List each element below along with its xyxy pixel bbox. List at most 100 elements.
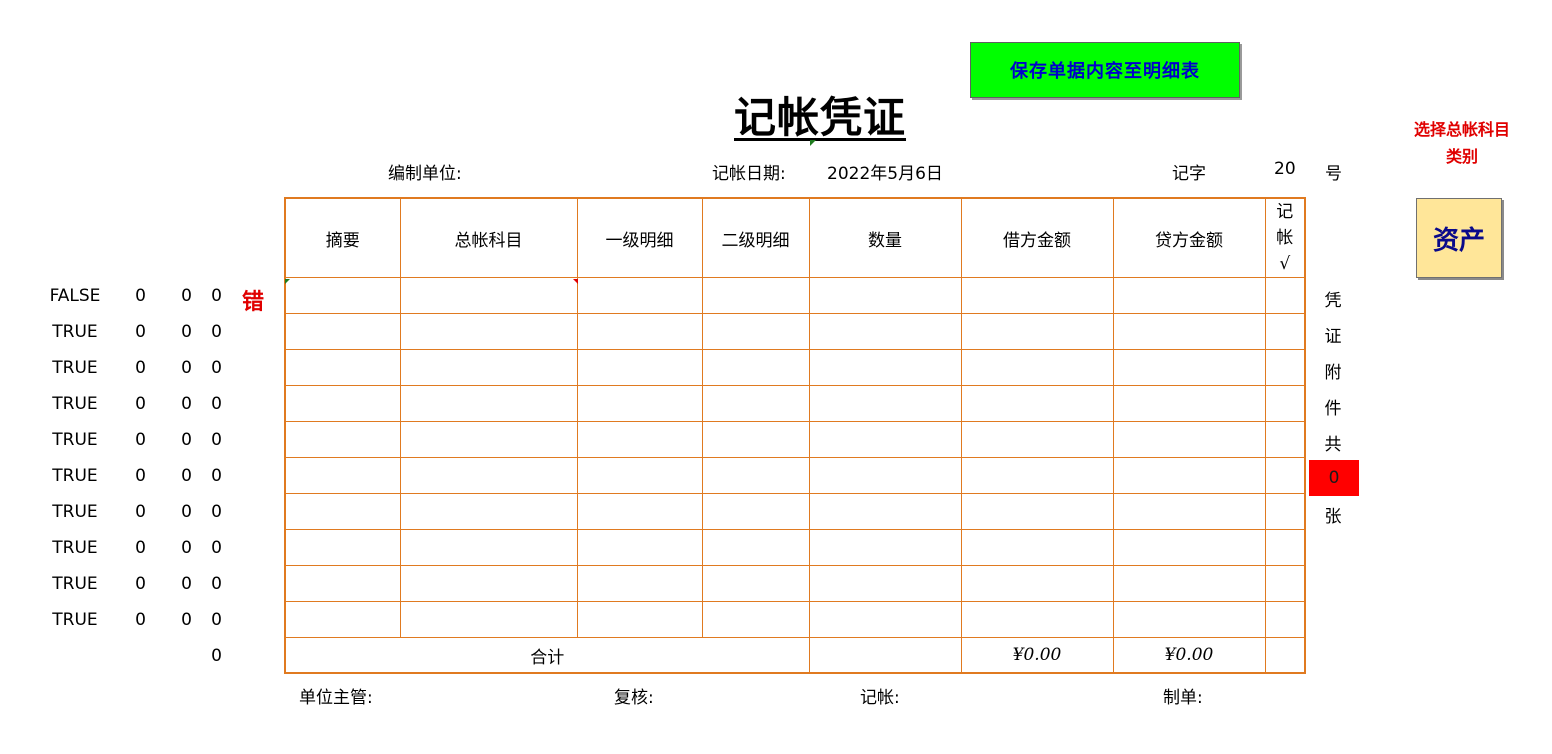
- cell-debit[interactable]: [960, 493, 1114, 530]
- check-value: 0: [211, 538, 222, 558]
- review-label: 复核:: [614, 688, 654, 708]
- cell-summary[interactable]: [284, 313, 401, 350]
- cell-posted[interactable]: [1264, 457, 1306, 494]
- cell-debit[interactable]: [960, 313, 1114, 350]
- cell-level1-detail[interactable]: [576, 529, 703, 566]
- cell-level1-detail[interactable]: [576, 313, 703, 350]
- check-flag: TRUE: [52, 538, 98, 558]
- cell-quantity[interactable]: [808, 493, 962, 530]
- cell-quantity[interactable]: [808, 601, 962, 638]
- cell-general-account[interactable]: [399, 385, 578, 422]
- cell-quantity[interactable]: [808, 421, 962, 458]
- cell-quantity[interactable]: [808, 565, 962, 602]
- check-value: 0: [181, 358, 192, 378]
- cell-credit[interactable]: [1112, 493, 1266, 530]
- cell-general-account[interactable]: [399, 601, 578, 638]
- cell-quantity[interactable]: [808, 385, 962, 422]
- supervisor-label: 单位主管:: [299, 688, 373, 708]
- check-value: 0: [135, 466, 146, 486]
- check-flag: TRUE: [52, 610, 98, 630]
- cell-debit[interactable]: [960, 601, 1114, 638]
- cell-credit[interactable]: [1112, 349, 1266, 386]
- cell-summary[interactable]: [284, 529, 401, 566]
- cell-general-account[interactable]: [399, 277, 578, 314]
- cell-level2-detail[interactable]: [701, 601, 810, 638]
- cell-level1-detail[interactable]: [576, 493, 703, 530]
- cell-posted[interactable]: [1264, 493, 1306, 530]
- cell-quantity[interactable]: [808, 277, 962, 314]
- cell-level2-detail[interactable]: [701, 313, 810, 350]
- date-value[interactable]: 2022年5月6日: [827, 159, 943, 184]
- cell-posted[interactable]: [1264, 349, 1306, 386]
- cell-posted[interactable]: [1264, 313, 1306, 350]
- cell-level2-detail[interactable]: [701, 565, 810, 602]
- cell-posted[interactable]: [1264, 529, 1306, 566]
- cell-general-account[interactable]: [399, 529, 578, 566]
- cell-level1-detail[interactable]: [576, 385, 703, 422]
- total-posted-cell: [1264, 637, 1306, 674]
- cell-debit[interactable]: [960, 565, 1114, 602]
- cell-posted[interactable]: [1264, 385, 1306, 422]
- cell-debit[interactable]: [960, 385, 1114, 422]
- voucher-number[interactable]: 20: [1274, 159, 1296, 179]
- check-value: 0: [211, 466, 222, 486]
- cell-general-account[interactable]: [399, 349, 578, 386]
- cell-level1-detail[interactable]: [576, 565, 703, 602]
- attachment-count[interactable]: 0: [1309, 460, 1359, 496]
- cell-debit[interactable]: [960, 421, 1114, 458]
- cell-summary[interactable]: [284, 385, 401, 422]
- attachment-suffix: 张: [1324, 507, 1342, 527]
- cell-level2-detail[interactable]: [701, 277, 810, 314]
- cell-level2-detail[interactable]: [701, 385, 810, 422]
- cell-summary[interactable]: [284, 565, 401, 602]
- cell-level2-detail[interactable]: [701, 457, 810, 494]
- cell-level2-detail[interactable]: [701, 421, 810, 458]
- cell-level1-detail[interactable]: [576, 457, 703, 494]
- cell-credit[interactable]: [1112, 421, 1266, 458]
- cell-debit[interactable]: [960, 277, 1114, 314]
- cell-level1-detail[interactable]: [576, 277, 703, 314]
- cell-general-account[interactable]: [399, 493, 578, 530]
- cell-summary[interactable]: [284, 601, 401, 638]
- cell-quantity[interactable]: [808, 529, 962, 566]
- cell-quantity[interactable]: [808, 313, 962, 350]
- cell-level1-detail[interactable]: [576, 349, 703, 386]
- cell-debit[interactable]: [960, 529, 1114, 566]
- cell-credit[interactable]: [1112, 457, 1266, 494]
- cell-general-account[interactable]: [399, 421, 578, 458]
- save-to-detail-button[interactable]: 保存单据内容至明细表: [970, 42, 1240, 98]
- cell-quantity[interactable]: [808, 457, 962, 494]
- attachment-text: 证: [1324, 327, 1342, 347]
- cell-posted[interactable]: [1264, 421, 1306, 458]
- cell-level1-detail[interactable]: [576, 601, 703, 638]
- cell-level2-detail[interactable]: [701, 349, 810, 386]
- account-category-button[interactable]: 资产: [1416, 198, 1502, 278]
- cell-credit[interactable]: [1112, 313, 1266, 350]
- cell-general-account[interactable]: [399, 313, 578, 350]
- cell-credit[interactable]: [1112, 529, 1266, 566]
- cell-summary[interactable]: [284, 457, 401, 494]
- table-row: [284, 565, 1306, 602]
- cell-posted[interactable]: [1264, 565, 1306, 602]
- cell-summary[interactable]: [284, 421, 401, 458]
- cell-posted[interactable]: [1264, 277, 1306, 314]
- total-label: 合计: [284, 637, 810, 674]
- cell-credit[interactable]: [1112, 277, 1266, 314]
- cell-level1-detail[interactable]: [576, 421, 703, 458]
- cell-general-account[interactable]: [399, 457, 578, 494]
- cell-general-account[interactable]: [399, 565, 578, 602]
- cell-summary[interactable]: [284, 349, 401, 386]
- cell-credit[interactable]: [1112, 385, 1266, 422]
- cell-posted[interactable]: [1264, 601, 1306, 638]
- cell-summary[interactable]: [284, 493, 401, 530]
- cell-summary[interactable]: [284, 277, 401, 314]
- cell-debit[interactable]: [960, 349, 1114, 386]
- cell-debit[interactable]: [960, 457, 1114, 494]
- cell-credit[interactable]: [1112, 601, 1266, 638]
- cell-level2-detail[interactable]: [701, 529, 810, 566]
- cell-quantity[interactable]: [808, 349, 962, 386]
- cell-level2-detail[interactable]: [701, 493, 810, 530]
- cell-credit[interactable]: [1112, 565, 1266, 602]
- check-value: 0: [135, 538, 146, 558]
- check-value: 0: [135, 358, 146, 378]
